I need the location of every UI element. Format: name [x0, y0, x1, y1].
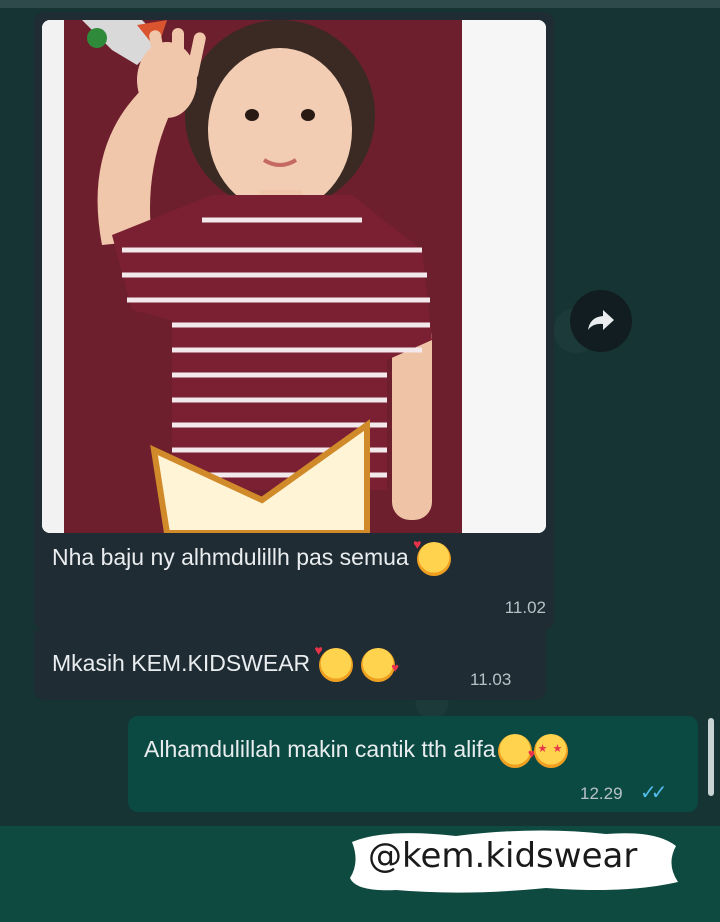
smiling-face-with-hearts-icon	[315, 642, 353, 682]
watermark-text: @kem.kidswear	[368, 836, 638, 876]
forward-button[interactable]	[570, 290, 632, 352]
message-time: 12.29	[580, 784, 623, 803]
message-time: 11.03	[470, 670, 512, 689]
top-edge	[0, 0, 720, 8]
outgoing-message-bubble[interactable]: Alhamdulillah makin cantik tth alifa 12.…	[128, 716, 698, 812]
watermark: @kem.kidswear	[346, 824, 682, 898]
face-blowing-kiss-icon	[360, 648, 399, 682]
photo-caption: Nha baju ny alhmdulillh pas semua	[52, 536, 452, 576]
face-blowing-kiss-icon	[497, 734, 536, 768]
message-text: Alhamdulillah makin cantik tth alifa	[144, 734, 568, 768]
child-photo[interactable]	[42, 20, 546, 533]
double-check-icon: ✓✓	[640, 782, 667, 804]
incoming-message-bubble[interactable]: Mkasih KEM.KIDSWEAR 11.03	[34, 630, 546, 700]
smiling-face-with-hearts-icon	[413, 536, 452, 576]
scrollbar-thumb[interactable]	[708, 718, 714, 796]
message-time: 11.02	[504, 598, 546, 617]
star-struck-icon	[533, 734, 568, 768]
message-text: Mkasih KEM.KIDSWEAR	[52, 642, 399, 682]
forward-icon	[588, 310, 614, 330]
photo-message-bubble[interactable]: Nha baju ny alhmdulillh pas semua 11.02	[34, 12, 554, 630]
